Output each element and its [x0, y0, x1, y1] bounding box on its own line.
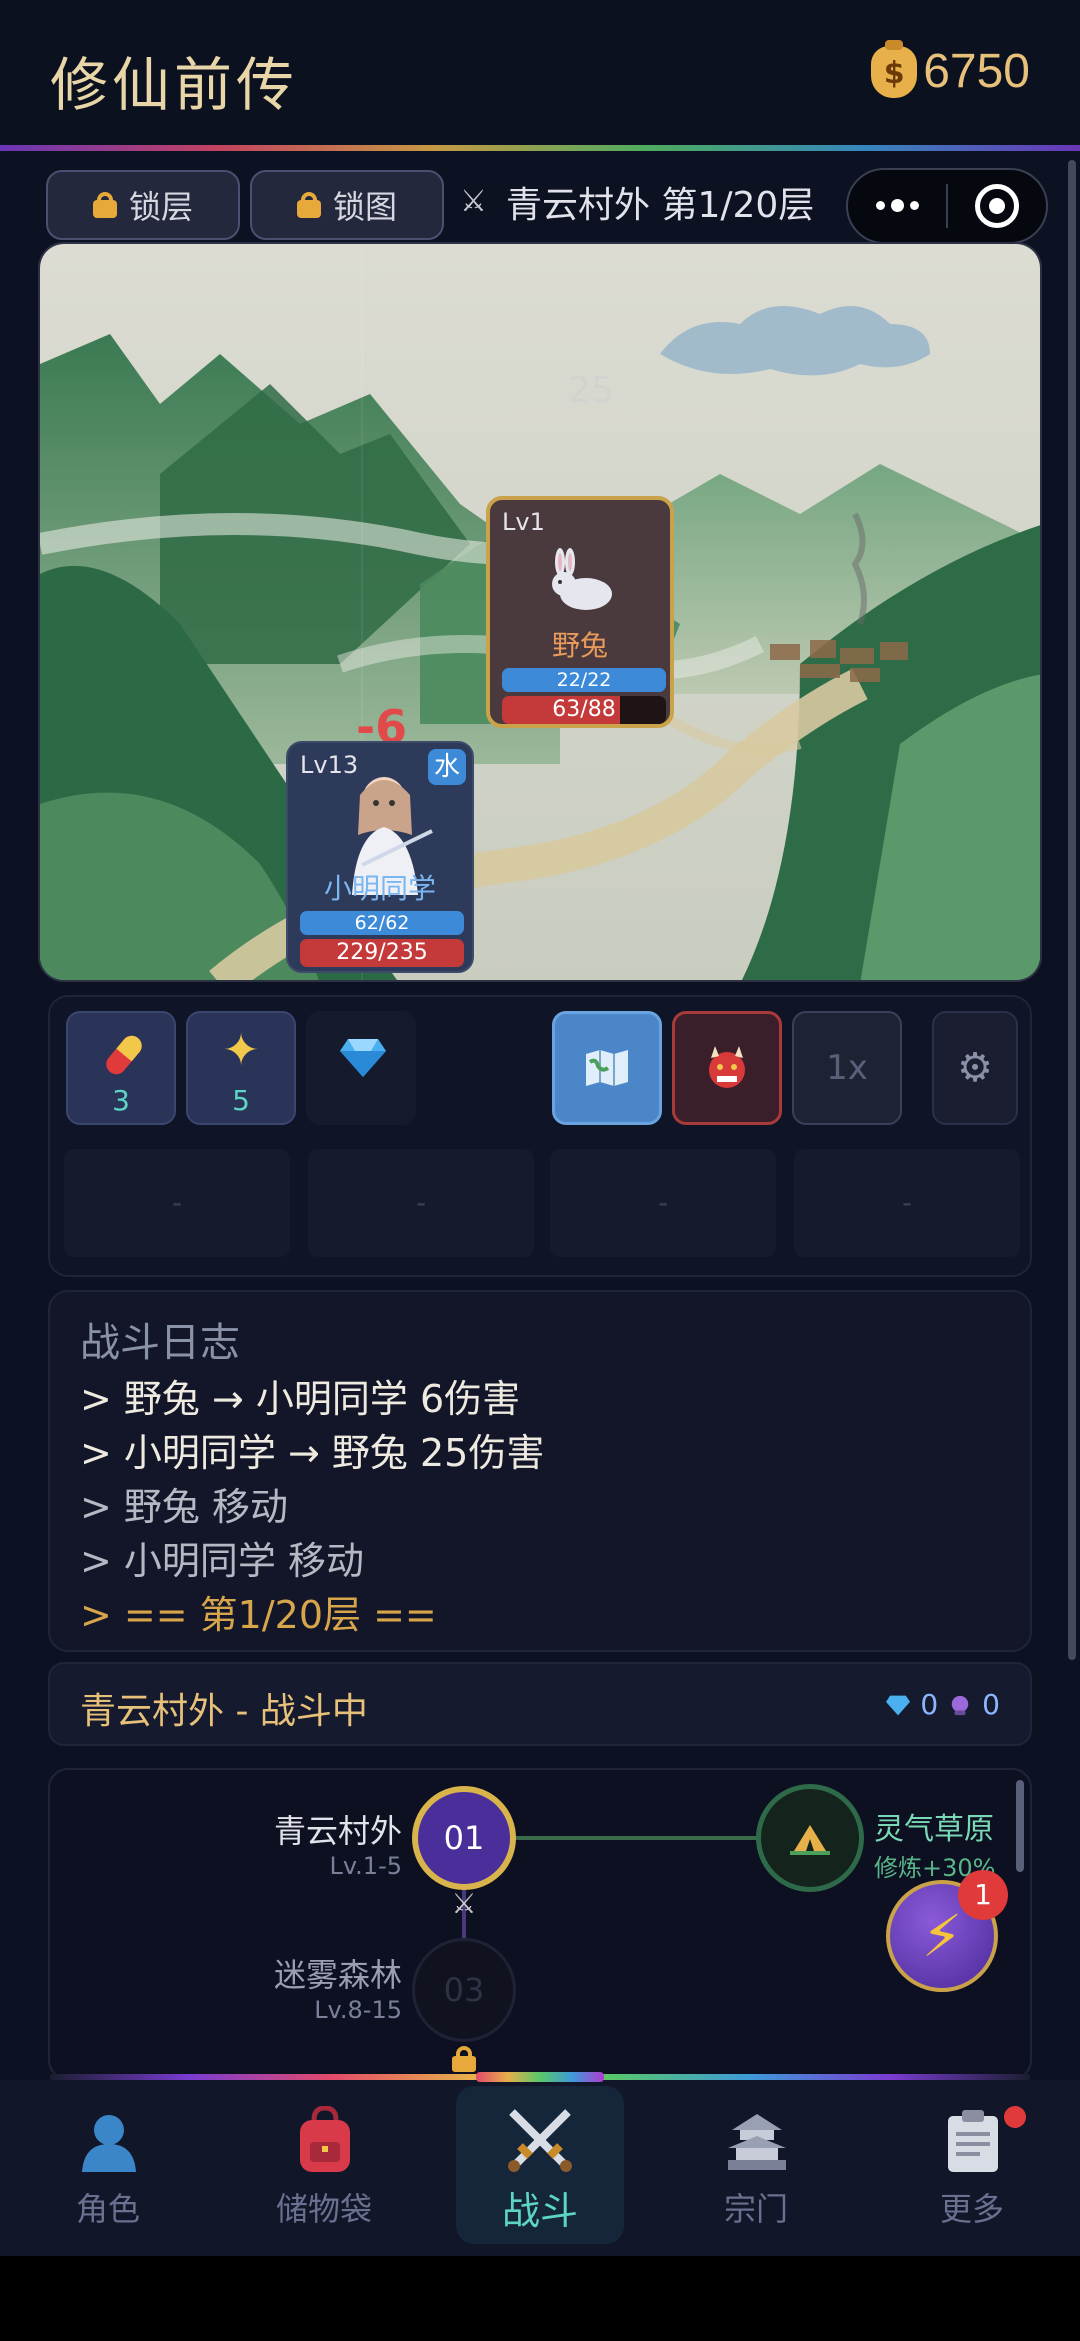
sparkle-count: 5: [232, 1084, 250, 1117]
log-line: > 野兔 → 小明同学 6伤害: [80, 1377, 521, 1421]
nav-label: 更多: [939, 2190, 1004, 2228]
crystal-ball-icon: [951, 1695, 969, 1715]
side-node-name: 灵气草原: [874, 1812, 994, 1847]
money-bag-icon: $: [871, 39, 918, 98]
app-title: 修仙前传: [50, 51, 299, 119]
more-notification-dot: [1004, 2106, 1026, 2128]
map-button[interactable]: [552, 1011, 662, 1125]
camp-icon: [790, 1825, 830, 1855]
status-bar: 青云村外 - 战斗中 0 0: [48, 1662, 1032, 1746]
speed-button[interactable]: 1x: [792, 1011, 902, 1125]
map-node-label: 青云村外 Lv.1-5: [170, 1806, 402, 1880]
orb-count: 0: [982, 1688, 1000, 1721]
hero-card[interactable]: Lv13 水 小明同学 62/62 229/235: [286, 741, 474, 973]
enemy-hp-bar: 63/88: [502, 696, 666, 724]
map-node-current[interactable]: 01: [412, 1786, 516, 1890]
action-panel: 3 ✦ 5 1x ⚙ - - - -: [48, 995, 1032, 1277]
nav-tab-inventory[interactable]: 储物袋: [234, 2080, 414, 2256]
enemy-level: Lv1: [502, 508, 545, 536]
map-node-locked[interactable]: 03: [412, 1938, 516, 2042]
lock-floor-label: 锁层: [128, 188, 193, 226]
pill-count: 3: [112, 1084, 130, 1117]
lock-map-label: 锁图: [332, 188, 397, 226]
gem-count: 0: [920, 1688, 939, 1721]
demon-mask-icon: [709, 1046, 745, 1088]
sparkle-item-button[interactable]: ✦ 5: [186, 1011, 296, 1125]
stage-title: ⚔ 青云村外 第1/20层: [460, 176, 814, 228]
nav-tab-more[interactable]: 更多: [882, 2080, 1062, 2256]
rabbit-icon: [552, 548, 612, 610]
diamond-item-button[interactable]: [306, 1011, 416, 1125]
crossed-swords-icon: [508, 2109, 572, 2172]
stage-label: 青云村外 第1/20层: [506, 185, 815, 226]
faded-number: 25: [568, 370, 614, 411]
skill-slot-4[interactable]: -: [794, 1149, 1020, 1257]
enemy-mp-bar: 22/22: [502, 668, 666, 692]
pagoda-icon: [728, 2114, 786, 2170]
crossed-swords-icon: ⚔: [460, 184, 487, 219]
person-icon: [82, 2115, 136, 2172]
node-range: Lv.1-5: [329, 1852, 402, 1880]
node-name: 青云村外: [273, 1812, 402, 1850]
log-line: > == 第1/20层 ==: [80, 1593, 437, 1637]
diamond-icon: [886, 1695, 911, 1715]
coin-counter: $ 6750: [871, 39, 1030, 99]
more-icon[interactable]: [848, 198, 946, 212]
resource-counters: 0 0: [886, 1688, 1000, 1721]
header-divider: [0, 145, 1080, 151]
enemy-name: 野兔: [551, 629, 608, 662]
backpack-icon: [300, 2106, 350, 2172]
nav-tab-sect[interactable]: 宗门: [666, 2080, 846, 2256]
notification-badge: 1: [958, 1870, 1008, 1920]
close-target-icon[interactable]: [948, 184, 1046, 228]
hero-hp-bar: 229/235: [300, 939, 464, 967]
skill-slot-2[interactable]: -: [308, 1149, 534, 1257]
header: 修仙前传 $ 6750: [0, 0, 1080, 145]
lock-icon: [92, 192, 117, 218]
nav-tab-battle[interactable]: 战斗: [450, 2080, 630, 2256]
map-node-label: 迷雾森林 Lv.8-15: [170, 1950, 402, 2024]
battle-status: 青云村外 - 战斗中: [80, 1691, 368, 1732]
map-scrollbar[interactable]: [1016, 1780, 1024, 1872]
log-line: > 小明同学 移动: [80, 1539, 364, 1583]
diamond-icon: [340, 1039, 386, 1077]
coin-value: 6750: [923, 45, 1030, 98]
lightning-icon: ⚡: [921, 1902, 963, 1970]
skill-slot-1[interactable]: -: [64, 1149, 290, 1257]
pill-item-button[interactable]: 3: [66, 1011, 176, 1125]
enemy-card[interactable]: Lv1 野兔 22/22 63/88: [486, 496, 674, 728]
nav-label: 角色: [75, 2190, 140, 2228]
lock-map-button[interactable]: 锁图: [250, 170, 444, 240]
map-icon: [586, 1050, 628, 1086]
lock-icon: [452, 2046, 476, 2072]
log-line: > 小明同学 → 野兔 25伤害: [80, 1431, 545, 1475]
map-node-grassland[interactable]: [756, 1784, 864, 1892]
nav-tab-character[interactable]: 角色: [18, 2080, 198, 2256]
system-bar: [0, 2256, 1080, 2341]
settings-button[interactable]: ⚙: [932, 1011, 1018, 1125]
miniprogram-capsule: [846, 168, 1048, 244]
node-range: Lv.8-15: [314, 1996, 402, 2024]
nav-label: 宗门: [723, 2190, 788, 2228]
gear-icon: ⚙: [957, 1045, 993, 1091]
nav-label: 战斗: [501, 2189, 578, 2233]
battle-log: 战斗日志 > 野兔 → 小明同学 6伤害 > 小明同学 → 野兔 25伤害 > …: [48, 1290, 1032, 1652]
skill-slot-3[interactable]: -: [550, 1149, 776, 1257]
battle-scene: 25 Lv1 野兔 22/22 63/88 -6 Lv13 水 小明同学 62/…: [38, 242, 1042, 982]
lock-icon: [296, 192, 321, 218]
world-map: 青云村外 Lv.1-5 01 ⚔ 迷雾森林 Lv.8-15 03 灵气草原 修炼…: [48, 1768, 1032, 2080]
hero-name: 小明同学: [323, 872, 436, 905]
lock-floor-button[interactable]: 锁层: [46, 170, 240, 240]
log-line: > 野兔 移动: [80, 1485, 288, 1529]
hero-mp-bar: 62/62: [300, 911, 464, 935]
battle-log-title: 战斗日志: [80, 1320, 240, 1366]
crossed-swords-icon: ⚔: [451, 1887, 477, 1920]
sparkle-icon: ✦: [222, 1025, 260, 1076]
node-name: 迷雾森林: [273, 1956, 402, 1994]
app-root: 修仙前传 $ 6750 锁层 锁图 ⚔ 青云村外 第1/20层 25 Lv1 野…: [0, 0, 1080, 2341]
nav-label: 储物袋: [275, 2190, 372, 2228]
demon-button[interactable]: [672, 1011, 782, 1125]
page-scrollbar[interactable]: [1068, 160, 1076, 1660]
